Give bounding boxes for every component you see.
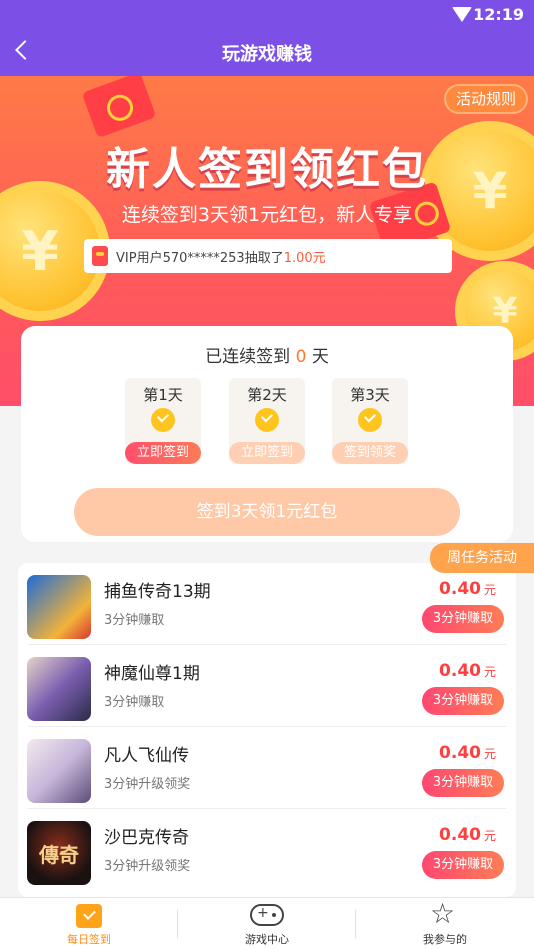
gamepad-icon	[250, 904, 284, 926]
banner-subline: 连续签到3天领1元红包，新人专享	[121, 204, 413, 226]
list-item[interactable]: 捕鱼传奇13期 3分钟赚取 0.40 元 3分钟赚取	[18, 563, 516, 645]
check-circle-icon	[151, 408, 175, 432]
red-envelope-icon	[81, 76, 157, 139]
day-card-2: 第2天 立即签到	[229, 378, 305, 464]
sign-in-now-button[interactable]: 立即签到	[125, 442, 201, 464]
list-item[interactable]: 神魔仙尊1期 3分钟赚取 0.40 元 3分钟赚取	[18, 645, 516, 727]
title-bar: 玩游戏赚钱	[0, 30, 534, 76]
weekly-task-tag[interactable]: 周任务活动	[430, 543, 534, 573]
game-price: 0.40 元	[439, 579, 496, 599]
tab-daily-signin[interactable]: 每日签到	[0, 898, 178, 949]
game-desc: 3分钟升级领奖	[104, 777, 191, 792]
earn-button[interactable]: 3分钟赚取	[422, 851, 504, 879]
bottom-tab-bar: 每日签到 游戏中心 ☆ 我参与的	[0, 897, 534, 949]
earn-button[interactable]: 3分钟赚取	[422, 687, 504, 715]
game-price: 0.40 元	[439, 743, 496, 763]
thumbnail-text: 傳奇	[39, 843, 79, 867]
calendar-check-icon	[76, 904, 102, 928]
tab-label: 游戏中心	[245, 933, 289, 946]
status-bar: 12:19	[0, 0, 534, 30]
game-desc: 3分钟升级领奖	[104, 859, 191, 874]
day-card-1: 第1天 立即签到	[125, 378, 201, 464]
star-icon: ☆	[430, 897, 456, 930]
tab-label: 每日签到	[67, 933, 111, 946]
game-list: 捕鱼传奇13期 3分钟赚取 0.40 元 3分钟赚取 神魔仙尊1期 3分钟赚取 0…	[18, 563, 516, 897]
earn-button[interactable]: 3分钟赚取	[422, 769, 504, 797]
game-name: 捕鱼传奇13期	[104, 582, 211, 602]
list-item[interactable]: 傳奇 沙巴克传奇 3分钟升级领奖 0.40 元 3分钟赚取	[18, 809, 516, 891]
tab-my-participation[interactable]: ☆ 我参与的	[356, 898, 534, 949]
sign-in-now-button[interactable]: 立即签到	[229, 442, 305, 464]
game-thumbnail: 傳奇	[27, 821, 91, 885]
page-title: 玩游戏赚钱	[222, 44, 312, 65]
tab-label: 我参与的	[423, 933, 467, 946]
streak-prefix: 已连续签到	[205, 347, 291, 367]
game-price: 0.40 元	[439, 661, 496, 681]
game-name: 神魔仙尊1期	[104, 664, 200, 684]
game-desc: 3分钟赚取	[104, 613, 165, 628]
activity-rules-button[interactable]: 活动规则	[443, 84, 528, 114]
game-thumbnail	[27, 739, 91, 803]
check-circle-icon	[358, 408, 382, 432]
ticker-text: VIP用户570*****253抽取了	[116, 250, 284, 266]
streak-count: 0	[295, 347, 307, 367]
winner-ticker: VIP用户570*****253抽取了 1.00元	[84, 239, 452, 273]
page: 12:19 玩游戏赚钱 ¥ ¥ ¥ 活动规则 新人签到领红包 连续签到3天领1元…	[0, 0, 534, 949]
wifi-icon	[452, 7, 472, 22]
game-name: 沙巴克传奇	[104, 828, 189, 848]
game-desc: 3分钟赚取	[104, 695, 165, 710]
day-label: 第2天	[247, 386, 287, 404]
status-time: 12:19	[473, 5, 524, 24]
day-label: 第3天	[350, 386, 390, 404]
banner-headline: 新人签到领红包	[106, 144, 428, 195]
tab-game-center[interactable]: 游戏中心	[178, 898, 356, 949]
ticker-amount: 1.00元	[283, 250, 326, 266]
day-card-3: 第3天 签到领奖	[332, 378, 408, 464]
signin-reward-button[interactable]: 签到3天领1元红包	[74, 488, 460, 536]
claim-reward-button[interactable]: 签到领奖	[332, 442, 408, 464]
earn-button[interactable]: 3分钟赚取	[422, 605, 504, 633]
game-name: 凡人飞仙传	[104, 746, 189, 766]
list-item[interactable]: 凡人飞仙传 3分钟升级领奖 0.40 元 3分钟赚取	[18, 727, 516, 809]
game-thumbnail	[27, 657, 91, 721]
day-label: 第1天	[143, 386, 183, 404]
signin-card: 已连续签到 0 天 第1天 立即签到 第2天 立即签到 第3天 签到领奖 签到3…	[21, 326, 513, 542]
streak-text: 已连续签到 0 天	[21, 342, 513, 367]
check-circle-icon	[255, 408, 279, 432]
game-price: 0.40 元	[439, 825, 496, 845]
streak-suffix: 天	[311, 347, 329, 367]
red-envelope-icon	[92, 246, 108, 266]
game-thumbnail	[27, 575, 91, 639]
